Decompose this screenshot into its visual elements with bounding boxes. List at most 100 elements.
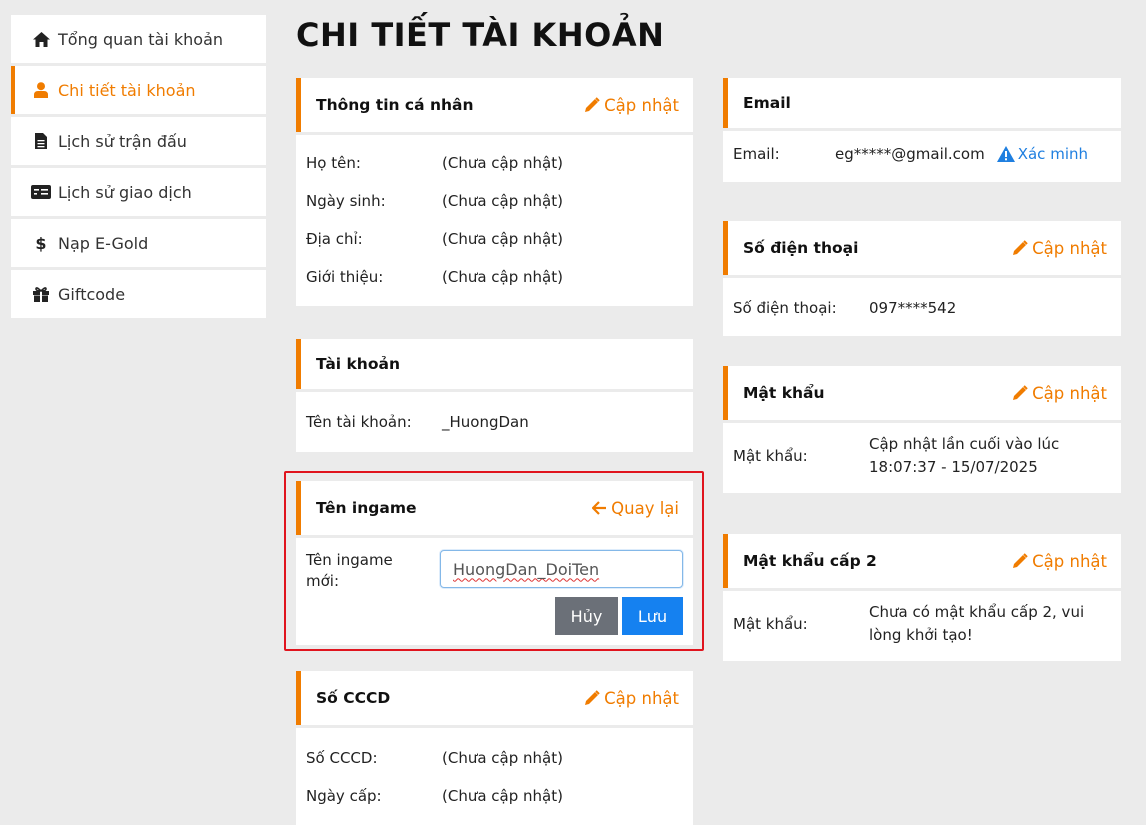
card-header: Tài khoản — [296, 339, 693, 389]
card-title: Số CCCD — [316, 689, 391, 707]
card-header: Số điện thoại Cập nhật — [723, 221, 1121, 275]
cccd-card: Số CCCD Cập nhật Số CCCD: (Chưa cập nhật)… — [296, 671, 693, 825]
update-label: Cập nhật — [604, 688, 679, 708]
sidebar-item-deposit[interactable]: $ Nạp E-Gold — [11, 219, 266, 267]
card-title: Email — [743, 94, 791, 112]
user-icon — [31, 82, 51, 98]
field-label: Mật khẩu: — [733, 446, 808, 465]
value-line: lòng khởi tạo! — [869, 626, 973, 644]
sidebar-item-label: Chi tiết tài khoản — [58, 80, 196, 100]
field-label: Tên tài khoản: — [306, 413, 412, 431]
page-title: CHI TIẾT TÀI KHOẢN — [296, 16, 665, 54]
info-row: Email: eg*****@gmail.com Xác minh — [733, 144, 1111, 164]
sidebar-item-label: Lịch sử giao dịch — [58, 182, 192, 202]
field-label: Số điện thoại: — [733, 299, 837, 317]
card-body: Họ tên: (Chưa cập nhật) Ngày sinh: (Chưa c… — [296, 135, 693, 306]
dollar-icon: $ — [35, 233, 47, 253]
update-label: Cập nhật — [604, 95, 679, 115]
field-value: Chưa có mật khẩu cấp 2, vui lòng khởi tạ… — [869, 601, 1084, 647]
ingame-name-card: Tên ingame Quay lại Tên ingame mới: Huon… — [296, 481, 693, 645]
pencil-icon — [1013, 385, 1028, 400]
label-line: Tên ingame — [306, 551, 393, 569]
field-value: eg*****@gmail.com — [835, 145, 985, 163]
sidebar-item-transaction-history[interactable]: Lịch sử giao dịch — [11, 168, 266, 216]
info-row: Mật khẩu: Cập nhật lần cuối vào lúc 18:0… — [733, 433, 1111, 479]
warning-icon — [996, 146, 1015, 162]
info-row: Số điện thoại: 097****542 — [733, 298, 1111, 318]
info-row: Số CCCD: (Chưa cập nhật) — [306, 739, 683, 777]
card-header: Mật khẩu Cập nhật — [723, 366, 1121, 420]
arrow-left-icon — [592, 501, 607, 515]
card-header: Thông tin cá nhân Cập nhật — [296, 78, 693, 132]
field-label: Địa chỉ: — [306, 230, 363, 248]
save-button[interactable]: Lưu — [622, 597, 683, 635]
back-button[interactable]: Quay lại — [592, 499, 679, 518]
pencil-icon — [585, 690, 600, 705]
ingame-name-input[interactable]: HuongDan_DoiTen — [440, 550, 683, 588]
sidebar-item-overview[interactable]: Tổng quan tài khoản — [11, 15, 266, 63]
card-header: Số CCCD Cập nhật — [296, 671, 693, 725]
sidebar-item-label: Nạp E-Gold — [58, 233, 149, 253]
personal-info-card: Thông tin cá nhân Cập nhật Họ tên: (Chưa … — [296, 78, 693, 306]
field-label: Họ tên: — [306, 154, 361, 172]
document-icon — [31, 133, 51, 149]
sidebar-item-giftcode[interactable]: Giftcode — [11, 270, 266, 318]
info-row: Địa chỉ: (Chưa cập nhật) — [306, 220, 683, 258]
card-body: Email: eg*****@gmail.com Xác minh — [723, 131, 1121, 182]
card-body: Số CCCD: (Chưa cập nhật) Ngày cấp: (Chưa c… — [296, 728, 693, 825]
pencil-icon — [1013, 240, 1028, 255]
card-title: Thông tin cá nhân — [316, 96, 474, 114]
update-phone-button[interactable]: Cập nhật — [1012, 239, 1107, 258]
field-label: Số CCCD: — [306, 749, 378, 767]
home-icon — [31, 31, 51, 47]
password2-card: Mật khẩu cấp 2 Cập nhật Mật khẩu: Chưa c… — [723, 534, 1121, 661]
sidebar-item-label: Lịch sử trận đấu — [58, 131, 187, 151]
label-line: mới: — [306, 572, 340, 590]
update-cccd-button[interactable]: Cập nhật — [584, 689, 679, 708]
update-label: Cập nhật — [1032, 238, 1107, 258]
field-value: (Chưa cập nhật) — [442, 787, 563, 805]
update-personal-button[interactable]: Cập nhật — [584, 96, 679, 115]
update-label: Cập nhật — [1032, 383, 1107, 403]
field-value: 097****542 — [869, 299, 957, 317]
update-password2-button[interactable]: Cập nhật — [1012, 552, 1107, 571]
account-card: Tài khoản Tên tài khoản: _HuongDan — [296, 339, 693, 452]
field-value: (Chưa cập nhật) — [442, 154, 563, 172]
sidebar-item-label: Giftcode — [58, 284, 126, 304]
value-line: Chưa có mật khẩu cấp 2, vui — [869, 603, 1085, 621]
update-label: Cập nhật — [1032, 551, 1107, 571]
phone-card: Số điện thoại Cập nhật Số điện thoại: 09… — [723, 221, 1121, 336]
card-title: Tên ingame — [316, 499, 417, 517]
email-card: Email Email: eg*****@gmail.com Xác minh — [723, 78, 1121, 182]
verify-email-link[interactable]: Xác minh — [996, 144, 1088, 164]
card-title: Mật khẩu — [743, 384, 825, 402]
info-row: Giới thiệu: (Chưa cập nhật) — [306, 258, 683, 296]
pencil-icon — [585, 97, 600, 112]
cancel-button[interactable]: Hủy — [555, 597, 618, 635]
info-row: Ngày sinh: (Chưa cập nhật) — [306, 182, 683, 220]
gift-icon — [31, 286, 51, 302]
card-title: Số điện thoại — [743, 239, 859, 257]
card-title: Mật khẩu cấp 2 — [743, 552, 877, 570]
field-label: Tên ingame mới: — [306, 550, 440, 635]
field-value: _HuongDan — [442, 413, 529, 431]
field-label: Email: — [733, 145, 780, 163]
field-value: (Chưa cập nhật) — [442, 749, 563, 767]
card-body: Tên tài khoản: _HuongDan — [296, 392, 693, 452]
update-password-button[interactable]: Cập nhật — [1012, 384, 1107, 403]
pencil-icon — [1013, 553, 1028, 568]
field-value: Cập nhật lần cuối vào lúc 18:07:37 - 15/… — [869, 433, 1059, 479]
field-value: (Chưa cập nhật) — [442, 192, 563, 210]
field-value: (Chưa cập nhật) — [442, 268, 563, 286]
card-title: Tài khoản — [316, 355, 400, 373]
back-label: Quay lại — [611, 498, 679, 518]
card-body: Mật khẩu: Cập nhật lần cuối vào lúc 18:0… — [723, 423, 1121, 493]
info-row: Họ tên: (Chưa cập nhật) — [306, 144, 683, 182]
value-line: 18:07:37 - 15/07/2025 — [869, 458, 1038, 476]
sidebar-item-match-history[interactable]: Lịch sử trận đấu — [11, 117, 266, 165]
field-label: Mật khẩu: — [733, 614, 808, 633]
field-label: Giới thiệu: — [306, 268, 384, 286]
field-label: Ngày cấp: — [306, 787, 382, 805]
card-body: Mật khẩu: Chưa có mật khẩu cấp 2, vui lò… — [723, 591, 1121, 661]
sidebar-item-account-detail[interactable]: Chi tiết tài khoản — [11, 66, 266, 114]
